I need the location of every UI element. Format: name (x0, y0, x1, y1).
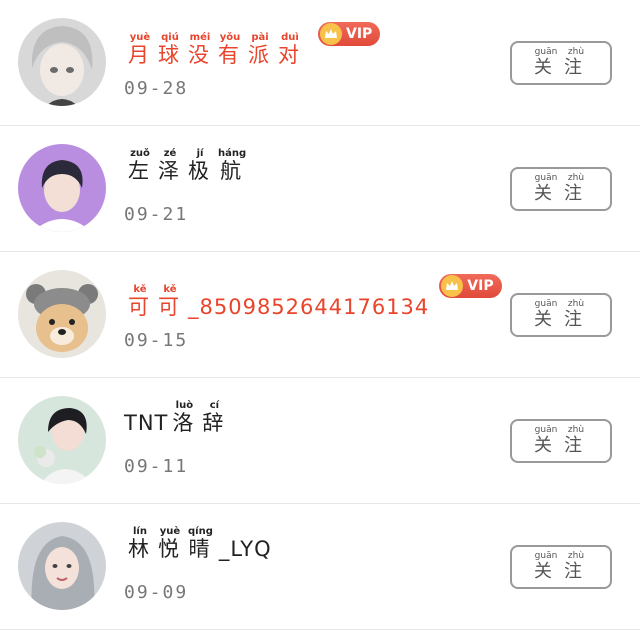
user-name: 月yuè球qiú没méi有yǒu派pài对duì VIP (124, 22, 381, 67)
name-ruby: 可kě可kě (128, 284, 182, 319)
user-name: 左zuǒ泽zé极jí航háng (124, 148, 252, 182)
follow-date: 09-15 (124, 330, 189, 351)
follow-button[interactable]: 关guān 注zhù (510, 545, 612, 589)
avatar[interactable] (18, 270, 106, 358)
name-ruby: 左zuǒ泽zé极jí航háng (128, 148, 247, 183)
list-item[interactable]: 林lín悦yuè晴qíng _LYQ 09-09 关guān 注zhù (0, 504, 640, 630)
vip-badge: VIP (318, 22, 381, 46)
vip-label: VIP (346, 26, 373, 42)
follow-date: 09-21 (124, 204, 189, 225)
follow-button[interactable]: 关guān 注zhù (510, 167, 612, 211)
follow-button[interactable]: 关guān 注zhù (510, 419, 612, 463)
name-ruby: 林lín悦yuè晴qíng (128, 526, 213, 561)
vip-badge: VIP (439, 274, 502, 298)
name-prefix: TNT (124, 411, 169, 435)
follow-button[interactable]: 关guān 注zhù (510, 41, 612, 85)
name-ruby: 洛luò辞cí (172, 400, 227, 435)
user-name: 林lín悦yuè晴qíng _LYQ (124, 526, 272, 560)
person-with-flowers-avatar-icon (18, 396, 106, 484)
list-item[interactable]: 可kě可kě _8509852644176134 VIP 09-15 关guān… (0, 252, 640, 378)
avatar[interactable] (18, 396, 106, 484)
user-name: 可kě可kě _8509852644176134 VIP (124, 274, 502, 318)
avatar[interactable] (18, 18, 106, 106)
list-item[interactable]: 左zuǒ泽zé极jí航háng 09-21 关guān 注zhù (0, 126, 640, 252)
crown-icon (441, 275, 464, 297)
follow-date: 09-09 (124, 582, 189, 603)
list-item[interactable]: 月yuè球qiú没méi有yǒu派pài对duì VIP 09-28 关guān… (0, 0, 640, 126)
name-suffix: _LYQ (218, 537, 272, 561)
follow-date: 09-28 (124, 78, 189, 99)
avatar[interactable] (18, 522, 106, 610)
vip-label: VIP (467, 278, 494, 294)
name-suffix: _8509852644176134 (188, 295, 430, 319)
crown-icon (320, 23, 342, 45)
follow-date: 09-11 (124, 456, 189, 477)
follow-button[interactable]: 关guān 注zhù (510, 293, 612, 337)
follower-list: 月yuè球qiú没méi有yǒu派pài对duì VIP 09-28 关guān… (0, 0, 640, 630)
user-name: TNT 洛luò辞cí (124, 400, 232, 434)
boy-purple-background-avatar-icon (18, 144, 106, 232)
name-ruby: 月yuè球qiú没méi有yǒu派pài对duì (128, 32, 302, 67)
girl-silver-hair-avatar-icon (18, 522, 106, 610)
avatar[interactable] (18, 144, 106, 232)
silver-haired-character-avatar-icon (18, 18, 106, 106)
list-item[interactable]: TNT 洛luò辞cí 09-11 关guān 注zhù (0, 378, 640, 504)
dog-with-bear-hat-avatar-icon (18, 270, 106, 358)
